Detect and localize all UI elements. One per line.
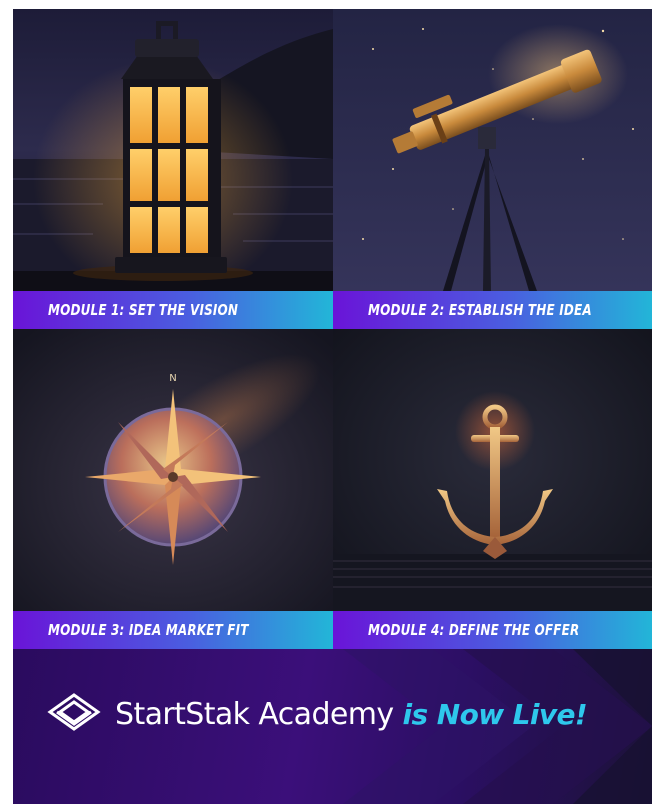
launch-banner: StartStak Academy is Now Live! [13, 649, 652, 804]
module-3-caption: MODULE 3: IDEA MARKET FIT [13, 611, 333, 649]
module-3-label: MODULE 3: IDEA MARKET FIT [48, 621, 249, 639]
module-1-label: MODULE 1: SET THE VISION [48, 301, 239, 319]
module-4-tile: MODULE 4: DEFINE THE OFFER [333, 329, 652, 649]
launch-tagline: is Now Live! [402, 697, 588, 731]
lantern-illustration [13, 9, 333, 291]
brand-name: StartStak Academy [115, 696, 394, 732]
module-2-label: MODULE 2: ESTABLISH THE IDEA [368, 301, 592, 319]
brand-lockup: StartStak Academy is Now Live! [45, 692, 588, 737]
module-4-label: MODULE 4: DEFINE THE OFFER [368, 621, 580, 639]
diamond-stack-icon [45, 692, 103, 737]
telescope-illustration [333, 9, 652, 291]
compass-illustration: N [13, 329, 333, 611]
module-1-tile: MODULE 1: SET THE VISION [13, 9, 333, 329]
module-2-caption: MODULE 2: ESTABLISH THE IDEA [333, 291, 652, 329]
module-1-caption: MODULE 1: SET THE VISION [13, 291, 333, 329]
anchor-illustration [333, 329, 652, 611]
module-4-caption: MODULE 4: DEFINE THE OFFER [333, 611, 652, 649]
announcement-graphic: MODULE 1: SET THE VISION MODULE 2: ESTAB… [13, 9, 652, 804]
compass-north-label: N [169, 373, 176, 384]
module-2-tile: MODULE 2: ESTABLISH THE IDEA [333, 9, 652, 329]
module-3-tile: N MODULE 3: IDEA MARKET FIT [13, 329, 333, 649]
